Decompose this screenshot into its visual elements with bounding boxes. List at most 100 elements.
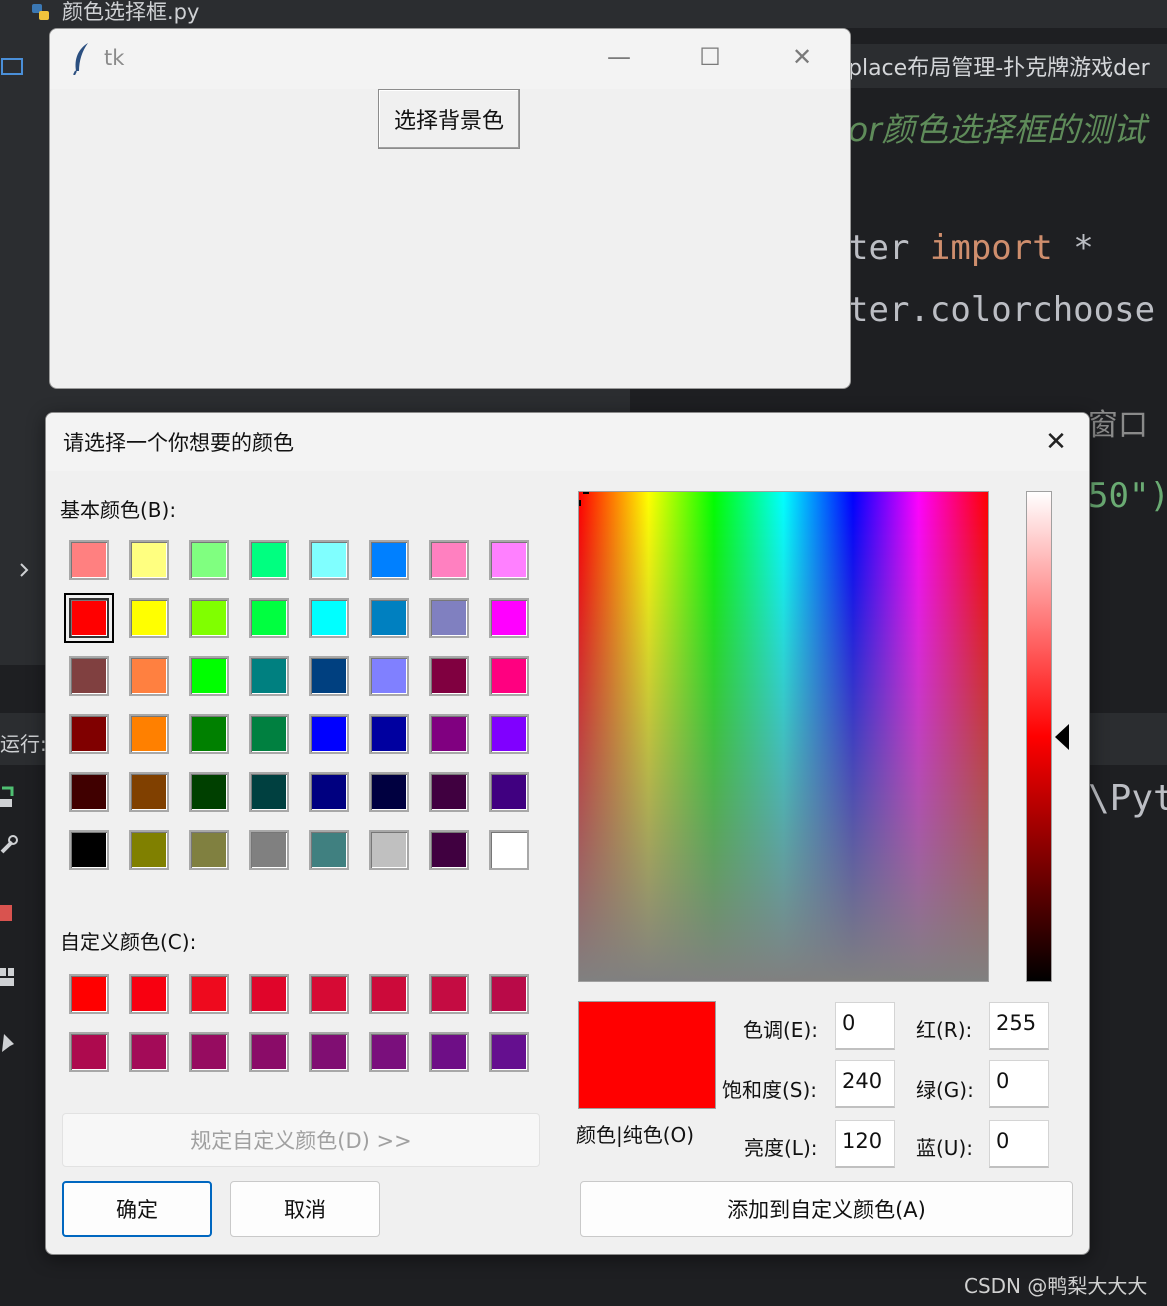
preview-label: 颜色|纯色(O)	[576, 1123, 695, 1147]
custom-color-swatch[interactable]	[489, 1032, 529, 1072]
custom-color-swatch[interactable]	[129, 974, 169, 1014]
basic-color-swatch[interactable]	[489, 656, 529, 696]
basic-color-swatch[interactable]	[309, 598, 349, 638]
ide-file-tab[interactable]: 颜色选择框.py	[32, 0, 199, 26]
basic-color-swatch[interactable]	[249, 598, 289, 638]
basic-color-swatch[interactable]	[489, 714, 529, 754]
code-line-import: ter import *	[848, 228, 1094, 268]
basic-color-swatch[interactable]	[129, 540, 169, 580]
ok-button[interactable]: 确定	[62, 1181, 212, 1237]
custom-color-swatch[interactable]	[429, 974, 469, 1014]
custom-color-swatch[interactable]	[249, 974, 289, 1014]
basic-color-swatch[interactable]	[429, 656, 469, 696]
custom-color-swatch[interactable]	[69, 974, 109, 1014]
basic-color-swatch[interactable]	[249, 772, 289, 812]
basic-color-swatch[interactable]	[129, 714, 169, 754]
rerun-icon[interactable]	[0, 784, 18, 810]
saturation-label: 饱和度(S):	[722, 1078, 818, 1102]
basic-color-swatch[interactable]	[129, 772, 169, 812]
maximize-button[interactable]: ☐	[687, 39, 733, 75]
code-line-colorchooser: ter.colorchoose	[848, 290, 1156, 330]
basic-color-swatch[interactable]	[189, 540, 229, 580]
custom-color-swatch[interactable]	[369, 974, 409, 1014]
blue-label: 蓝(U):	[916, 1136, 973, 1160]
basic-color-swatch[interactable]	[189, 656, 229, 696]
ide-editor-tab[interactable]: place布局管理-扑克牌游戏der	[848, 50, 1150, 82]
basic-color-swatch[interactable]	[64, 593, 114, 643]
custom-color-swatch[interactable]	[189, 1032, 229, 1072]
hue-field[interactable]: 0	[835, 1002, 895, 1050]
basic-color-swatch[interactable]	[369, 772, 409, 812]
basic-color-swatch[interactable]	[189, 714, 229, 754]
luminance-bar[interactable]	[1026, 491, 1052, 982]
dialog-close-button[interactable]: ✕	[1036, 423, 1076, 461]
project-icon[interactable]	[0, 56, 26, 78]
basic-color-swatch[interactable]	[69, 714, 109, 754]
basic-color-swatch[interactable]	[489, 772, 529, 812]
custom-color-swatch[interactable]	[489, 974, 529, 1014]
basic-color-swatch[interactable]	[69, 772, 109, 812]
basic-color-swatch[interactable]	[249, 714, 289, 754]
basic-color-swatch[interactable]	[429, 540, 469, 580]
basic-color-swatch[interactable]	[309, 656, 349, 696]
basic-color-swatch[interactable]	[249, 540, 289, 580]
basic-color-swatch[interactable]	[489, 540, 529, 580]
saturation-field[interactable]: 240	[835, 1060, 895, 1108]
basic-color-swatch[interactable]	[429, 714, 469, 754]
basic-color-swatch[interactable]	[429, 598, 469, 638]
basic-color-swatch[interactable]	[309, 772, 349, 812]
stop-icon[interactable]	[0, 904, 14, 922]
basic-color-swatch[interactable]	[129, 598, 169, 638]
basic-color-swatch[interactable]	[369, 598, 409, 638]
basic-color-swatch[interactable]	[189, 598, 229, 638]
basic-color-swatch[interactable]	[249, 830, 289, 870]
custom-color-swatch[interactable]	[189, 974, 229, 1014]
basic-color-swatch[interactable]	[69, 830, 109, 870]
color-spectrum[interactable]	[578, 491, 989, 982]
red-field[interactable]: 255	[989, 1002, 1049, 1050]
basic-color-swatch[interactable]	[369, 656, 409, 696]
tk-feather-icon	[73, 43, 88, 75]
custom-color-swatch[interactable]	[429, 1032, 469, 1072]
basic-color-swatch[interactable]	[189, 772, 229, 812]
custom-color-swatch[interactable]	[309, 974, 349, 1014]
custom-color-swatch[interactable]	[309, 1032, 349, 1072]
basic-color-swatch[interactable]	[69, 656, 109, 696]
green-label: 绿(G):	[916, 1078, 974, 1102]
basic-color-swatch[interactable]	[429, 772, 469, 812]
basic-color-swatch[interactable]	[69, 540, 109, 580]
basic-color-swatch[interactable]	[249, 656, 289, 696]
basic-color-swatch[interactable]	[309, 830, 349, 870]
custom-color-swatch[interactable]	[249, 1032, 289, 1072]
cancel-button[interactable]: 取消	[230, 1181, 380, 1237]
blue-field[interactable]: 0	[989, 1120, 1049, 1168]
basic-color-swatch[interactable]	[429, 830, 469, 870]
basic-color-swatch[interactable]	[489, 598, 529, 638]
basic-color-swatch[interactable]	[489, 830, 529, 870]
basic-color-swatch[interactable]	[369, 540, 409, 580]
close-button[interactable]: ✕	[779, 39, 825, 75]
layout-icon[interactable]	[0, 966, 16, 988]
luminance-field[interactable]: 120	[835, 1120, 895, 1168]
red-label: 红(R):	[916, 1018, 973, 1042]
green-field[interactable]: 0	[989, 1060, 1049, 1108]
basic-color-swatch[interactable]	[189, 830, 229, 870]
minimize-button[interactable]: —	[596, 39, 642, 75]
basic-color-swatch[interactable]	[309, 540, 349, 580]
basic-color-swatch[interactable]	[369, 714, 409, 754]
define-custom-colors-button[interactable]: 规定自定义颜色(D) >>	[62, 1113, 540, 1167]
basic-color-swatch[interactable]	[369, 830, 409, 870]
tk-title: tk	[104, 46, 125, 70]
custom-color-swatch[interactable]	[129, 1032, 169, 1072]
custom-color-swatch[interactable]	[369, 1032, 409, 1072]
luminance-slider-arrow-icon[interactable]	[1055, 724, 1069, 750]
chevron-right-icon[interactable]	[16, 562, 32, 578]
basic-color-swatch[interactable]	[309, 714, 349, 754]
choose-background-button[interactable]: 选择背景色	[378, 89, 520, 149]
add-to-custom-colors-button[interactable]: 添加到自定义颜色(A)	[580, 1181, 1073, 1237]
custom-color-swatch[interactable]	[69, 1032, 109, 1072]
basic-color-swatch[interactable]	[129, 656, 169, 696]
basic-color-swatch[interactable]	[129, 830, 169, 870]
wrench-icon[interactable]	[0, 834, 18, 856]
pin-icon[interactable]	[0, 1032, 18, 1054]
